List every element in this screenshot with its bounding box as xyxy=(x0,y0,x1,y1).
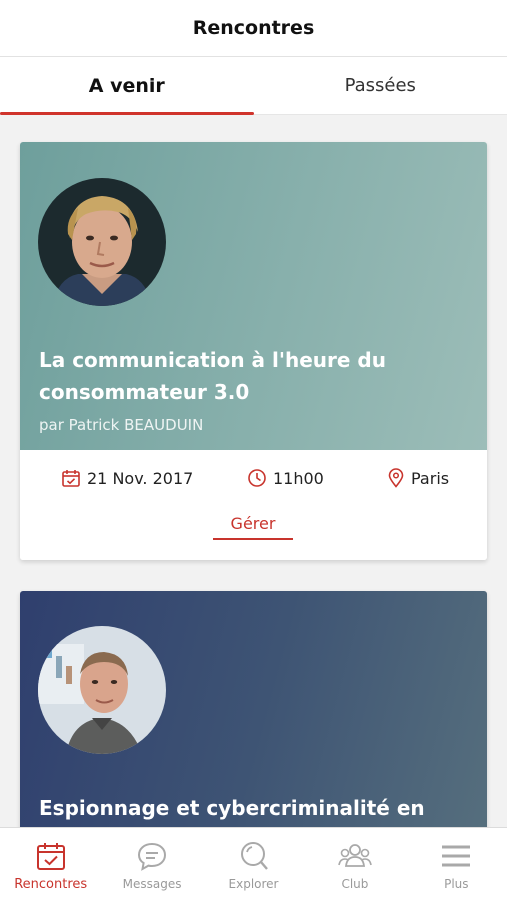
event-hero: Espionnage et cybercriminalité en xyxy=(20,591,487,827)
nav-item-explorer[interactable]: Explorer xyxy=(203,828,304,900)
calendar-check-icon xyxy=(36,843,65,870)
nav-item-plus[interactable]: Plus xyxy=(406,828,507,900)
tab-upcoming[interactable]: A venir xyxy=(0,57,254,115)
event-title[interactable]: Espionnage et cybercriminalité en xyxy=(39,792,467,824)
nav-label: Messages xyxy=(122,877,182,891)
event-date: 21 Nov. 2017 xyxy=(61,468,193,488)
nav-label: Plus xyxy=(444,877,469,891)
calendar-icon xyxy=(62,470,80,487)
group-icon xyxy=(338,844,372,867)
event-time: 11h00 xyxy=(247,468,324,488)
search-icon xyxy=(240,842,268,870)
bottom-nav: Rencontres Messages Explorer Club Plus xyxy=(0,827,507,900)
top-bar: Rencontres xyxy=(0,0,507,57)
nav-label: Club xyxy=(341,877,369,891)
manage-button[interactable]: Gérer xyxy=(213,508,293,540)
menu-icon xyxy=(442,845,471,867)
speaker-photo xyxy=(38,178,166,306)
event-place-text: Paris xyxy=(411,468,450,488)
speaker-avatar xyxy=(38,178,166,306)
event-hero: La communication à l'heure du consommate… xyxy=(20,142,487,450)
speaker-avatar xyxy=(38,626,166,754)
tab-bar: A venir Passées xyxy=(0,57,507,115)
event-date-text: 21 Nov. 2017 xyxy=(87,468,194,488)
event-title-line: consommateur 3.0 xyxy=(39,380,250,404)
nav-item-rencontres[interactable]: Rencontres xyxy=(0,828,101,900)
nav-item-club[interactable]: Club xyxy=(304,828,405,900)
nav-label: Rencontres xyxy=(14,877,88,892)
event-card[interactable]: La communication à l'heure du consommate… xyxy=(20,142,487,560)
event-time-text: 11h00 xyxy=(273,468,324,488)
event-meta: 21 Nov. 2017 11h00 Paris Gérer xyxy=(20,450,487,560)
events-feed[interactable]: La communication à l'heure du consommate… xyxy=(0,115,507,827)
chat-bubble-icon xyxy=(138,842,167,871)
location-pin-icon xyxy=(388,468,404,488)
event-title[interactable]: La communication à l'heure du consommate… xyxy=(39,344,467,408)
nav-label: Explorer xyxy=(228,877,279,891)
clock-icon xyxy=(248,469,266,487)
event-title-line: Espionnage et cybercriminalité en xyxy=(39,796,425,820)
event-title-line: La communication à l'heure du xyxy=(39,348,386,372)
tab-past[interactable]: Passées xyxy=(254,57,507,114)
event-author: par Patrick BEAUDUIN xyxy=(39,416,204,434)
page-title: Rencontres xyxy=(192,17,315,39)
event-card[interactable]: Espionnage et cybercriminalité en xyxy=(20,591,487,827)
speaker-photo xyxy=(38,626,166,754)
event-place: Paris xyxy=(387,468,449,488)
nav-item-messages[interactable]: Messages xyxy=(101,828,202,900)
